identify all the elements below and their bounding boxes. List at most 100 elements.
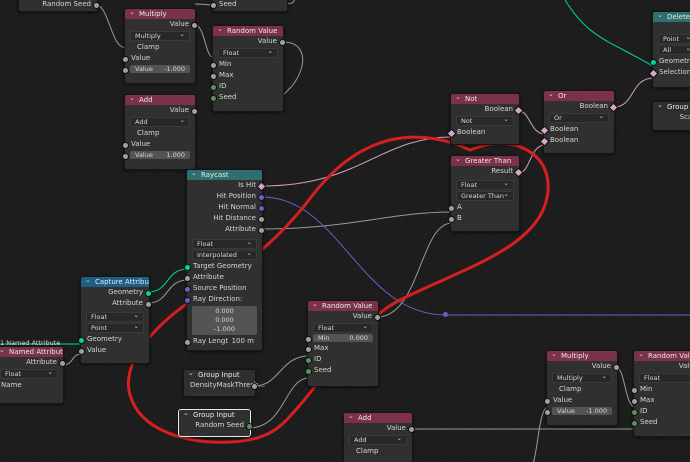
socket-input[interactable] (184, 339, 191, 346)
operation-dropdown[interactable]: Add (130, 116, 190, 127)
socket-input[interactable] (305, 336, 312, 343)
socket-input[interactable] (650, 59, 657, 66)
domain-dropdown[interactable]: Point (86, 322, 144, 333)
socket-output[interactable] (246, 423, 253, 430)
node-raycast[interactable]: Raycast Is Hit Hit Position Hit Normal H… (184, 169, 267, 351)
node-greater-than[interactable]: Greater Than Result Float Greater Than A… (448, 155, 524, 232)
node-capture-attribute[interactable]: Capture Attribute Geometry Attribute Flo… (78, 276, 152, 364)
node-random-value-2[interactable]: Random Value Value Float Min0.000 Max ID… (305, 300, 381, 387)
socket-input[interactable] (446, 128, 457, 139)
socket-input[interactable] (631, 420, 638, 427)
socket-input[interactable] (210, 62, 217, 69)
ray-direction-vector[interactable]: 0.000 0.000 -1.000 (192, 306, 257, 335)
socket-output[interactable] (608, 102, 619, 113)
operation-dropdown[interactable]: Add (349, 434, 407, 445)
socket-input[interactable] (539, 125, 550, 136)
node-not[interactable]: Not Boolean Not Boolean (446, 93, 524, 145)
type-dropdown[interactable]: Float (86, 311, 144, 322)
value-field[interactable]: Value -1.000 (544, 407, 612, 416)
socket-input[interactable] (448, 205, 455, 212)
node-header[interactable]: Named Attribute (0, 347, 63, 357)
node-header[interactable]: Random Value (213, 26, 283, 36)
value-field[interactable]: Value -1.000 (122, 65, 190, 74)
node-multiply[interactable]: Multiply Value Multiply Clamp Value Valu… (122, 8, 198, 84)
type-dropdown[interactable]: Float (218, 47, 278, 58)
clamp-toggle[interactable]: Clamp (125, 42, 195, 53)
operation-dropdown[interactable]: Multiply (130, 30, 190, 41)
type-dropdown[interactable]: Float (313, 322, 373, 333)
socket-output[interactable] (191, 22, 198, 29)
node-or[interactable]: Or Boolean Or Boolean Boolean (539, 90, 619, 154)
socket-output[interactable] (513, 105, 524, 116)
mapping-dropdown[interactable]: Interpolated (192, 249, 257, 260)
socket-output[interactable] (258, 194, 265, 201)
node-header[interactable]: Add (125, 95, 195, 105)
ray-direction-z[interactable]: -1.000 (192, 325, 257, 334)
socket-output[interactable] (613, 364, 620, 371)
node-seed-top-partial[interactable]: Seed (210, 0, 288, 12)
socket-output[interactable] (258, 205, 265, 212)
socket-output[interactable] (279, 39, 286, 46)
socket-input[interactable] (648, 68, 659, 79)
input-ray-length[interactable]: Ray Lengt 100 m (184, 336, 262, 347)
node-add[interactable]: Add Value Add Clamp Value Value1.000 (122, 94, 198, 170)
socket-input[interactable] (210, 2, 217, 9)
socket-input[interactable] (210, 84, 217, 91)
node-header[interactable]: Multiply (125, 9, 195, 19)
socket-output[interactable] (408, 426, 415, 433)
socket-output[interactable] (93, 2, 100, 9)
node-header[interactable]: Raycast (187, 170, 262, 180)
operation-dropdown[interactable]: Multiply (552, 372, 612, 383)
socket-input[interactable] (448, 216, 455, 223)
reroute-point[interactable] (443, 312, 448, 317)
ray-direction-y[interactable]: 0.000 (192, 316, 257, 325)
socket-input[interactable] (184, 275, 191, 282)
node-delete-geometry[interactable]: Delete Ge Point All Geometry Selection (648, 11, 690, 88)
socket-input[interactable] (122, 56, 129, 63)
socket-output[interactable] (251, 383, 258, 390)
type-dropdown[interactable]: Float (639, 372, 690, 383)
socket-output[interactable] (258, 216, 265, 223)
socket-input[interactable] (210, 73, 217, 80)
clamp-toggle[interactable]: Clamp (125, 128, 195, 139)
node-group-input-density[interactable]: Group Input DensityMaskThresh... (183, 369, 265, 397)
node-header[interactable]: Greater Than (451, 156, 519, 166)
socket-output[interactable] (258, 227, 265, 234)
node-multiply-2[interactable]: Multiply Value Multiply Clamp Value Valu… (544, 350, 620, 426)
socket-input[interactable] (305, 357, 312, 364)
type-dropdown[interactable]: Float (192, 238, 257, 249)
socket-input[interactable] (184, 286, 191, 293)
socket-output[interactable] (256, 181, 267, 192)
socket-input[interactable] (544, 398, 551, 405)
socket-output[interactable] (513, 167, 524, 178)
type-dropdown[interactable]: Float (0, 368, 58, 379)
clamp-toggle[interactable]: Clamp (344, 446, 412, 457)
node-editor-canvas[interactable]: Random Seed Seed Multiply Value Multiply… (0, 0, 690, 462)
value-field[interactable]: Value 1.000 (122, 151, 190, 160)
node-random-seed-top[interactable]: Random Seed (18, 0, 100, 12)
node-add-2[interactable]: Add Value Add Clamp (343, 412, 415, 462)
socket-input[interactable] (539, 136, 550, 147)
node-header[interactable]: Add (344, 413, 412, 423)
node-group-input-right[interactable]: Group In Scat (652, 101, 690, 131)
node-header[interactable]: Not (451, 94, 519, 104)
node-group-input-seed[interactable]: Group Input Random Seed (178, 409, 253, 437)
socket-output[interactable] (59, 360, 66, 367)
socket-output[interactable] (374, 314, 381, 321)
socket-input[interactable] (210, 95, 217, 102)
socket-input[interactable] (78, 337, 85, 344)
socket-input[interactable] (631, 387, 638, 394)
node-header[interactable]: Group Input (179, 410, 250, 420)
socket-output[interactable] (145, 301, 152, 308)
socket-output[interactable] (145, 290, 152, 297)
node-random-value-3[interactable]: Random Value Value Float Min Max ID Seed (631, 350, 690, 437)
type-dropdown[interactable]: Float (456, 179, 514, 190)
socket-input[interactable] (184, 297, 191, 304)
socket-output[interactable] (191, 108, 198, 115)
socket-input[interactable] (122, 142, 129, 149)
node-random-value[interactable]: Random Value Value Float Min Max ID Seed (210, 25, 286, 112)
node-header[interactable]: Random Value (308, 301, 378, 311)
node-named-attribute[interactable]: Named Attribute Attribute Float Name (0, 346, 66, 404)
mode-dropdown[interactable]: All (658, 44, 690, 55)
socket-input[interactable] (78, 348, 85, 355)
